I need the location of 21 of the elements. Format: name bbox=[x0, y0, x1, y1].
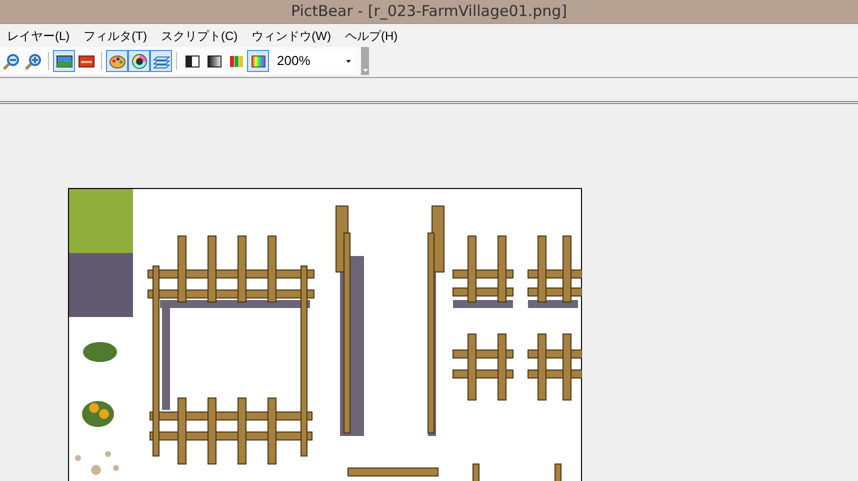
toolbar-button[interactable] bbox=[128, 50, 150, 72]
menu-item[interactable]: スクリプト(C) bbox=[161, 26, 238, 44]
window-title: PictBear - [r_023-FarmVillage01.png] bbox=[291, 1, 567, 22]
magnifier-minus-icon bbox=[2, 52, 20, 70]
gradient-icon bbox=[206, 52, 222, 70]
picture-icon bbox=[56, 52, 72, 70]
palette-icon bbox=[108, 52, 126, 70]
dropdown-arrow-icon bbox=[346, 60, 351, 62]
spectrum-icon bbox=[250, 52, 266, 70]
zoom-dropdown[interactable]: 200% bbox=[275, 51, 355, 71]
color-wheel-icon bbox=[130, 52, 148, 70]
contrast-icon bbox=[184, 52, 200, 70]
toolbar-handle[interactable] bbox=[361, 47, 369, 75]
menu-item[interactable]: ヘルプ(H) bbox=[345, 26, 398, 44]
menu-item[interactable]: フィルタ(T) bbox=[84, 26, 147, 44]
menu-item[interactable]: レイヤー(L) bbox=[7, 26, 70, 44]
menu-item[interactable]: ウィンドウ(W) bbox=[252, 26, 331, 44]
toolbar-button[interactable] bbox=[53, 50, 75, 72]
toolbar-button[interactable] bbox=[247, 50, 269, 72]
magnifier-plus-icon bbox=[24, 52, 42, 70]
banner-icon bbox=[78, 52, 94, 70]
